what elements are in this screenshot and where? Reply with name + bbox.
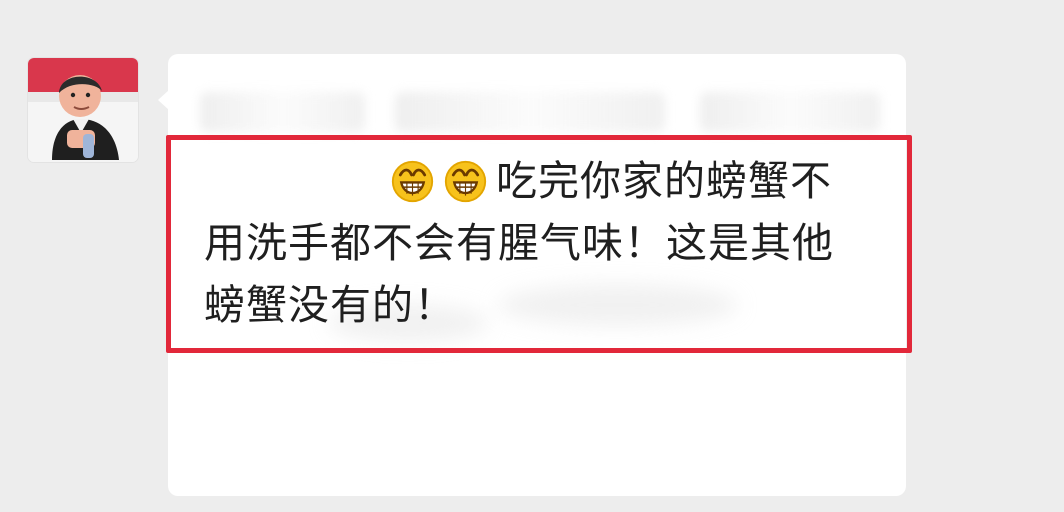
- avatar-person-icon: [28, 58, 138, 162]
- avatar[interactable]: [28, 58, 138, 162]
- message-line-2: 用洗手都不会有腥气味！这是其他: [204, 219, 834, 267]
- message-line-1: 吃完你家的螃蟹不: [496, 157, 832, 205]
- blurred-message-area: [200, 92, 890, 132]
- message-line-3: 螃蟹没有的！: [204, 281, 456, 329]
- grinning-face-icon: [390, 159, 435, 204]
- message-line: 吃完你家的螃蟹不: [204, 150, 888, 212]
- chat-screen: 吃完你家的螃蟹不 用洗手都不会有腥气味！这是其他 螃蟹没有的！: [0, 0, 1064, 512]
- grinning-face-icon: [443, 159, 488, 204]
- bubble-tail: [158, 90, 169, 110]
- message-text: 吃完你家的螃蟹不 用洗手都不会有腥气味！这是其他 螃蟹没有的！: [204, 150, 888, 340]
